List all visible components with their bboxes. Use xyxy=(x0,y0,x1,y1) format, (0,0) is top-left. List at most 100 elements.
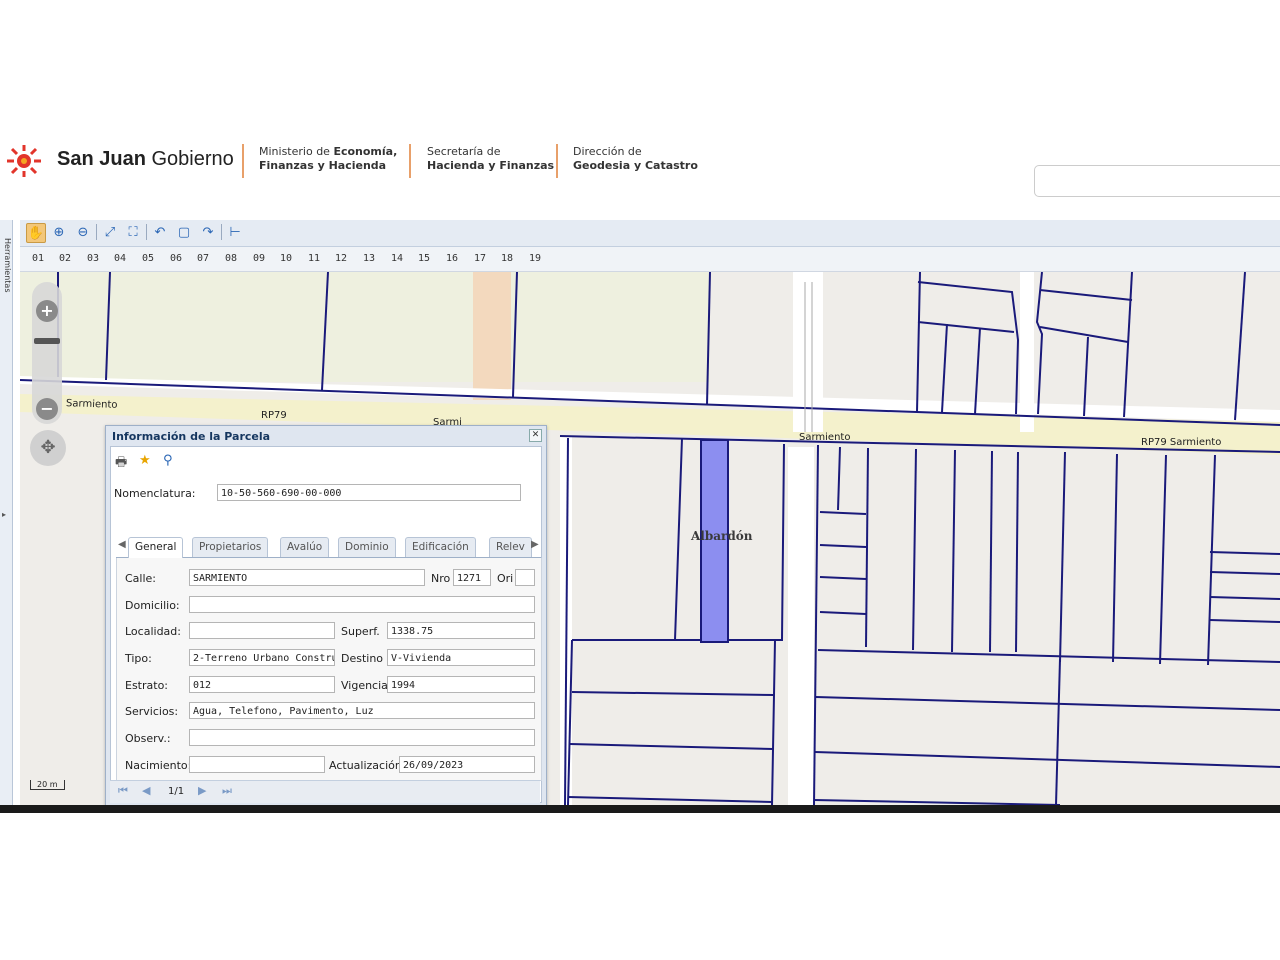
destino-label: Destino xyxy=(341,652,384,665)
estrato-label: Estrato: xyxy=(125,679,169,692)
calle-label: Calle: xyxy=(125,572,157,585)
scale-level[interactable]: 04 xyxy=(114,253,126,264)
collapse-arrow-icon[interactable]: ▸ xyxy=(2,510,6,519)
zoom-extent-icon[interactable]: ⤢ xyxy=(101,223,119,241)
estrato-field[interactable]: 012 xyxy=(189,676,335,693)
scale-level-strip: 01 02 03 04 05 06 07 08 09 10 11 12 13 1… xyxy=(20,247,1280,272)
domicilio-field[interactable] xyxy=(189,596,535,613)
scale-level[interactable]: 06 xyxy=(170,253,182,264)
observaciones-field[interactable] xyxy=(189,729,535,746)
select-box-icon[interactable]: ▢ xyxy=(175,223,193,241)
scale-level[interactable]: 14 xyxy=(391,253,403,264)
scale-level[interactable]: 11 xyxy=(308,253,320,264)
last-page-icon[interactable]: ⏭ xyxy=(222,784,232,798)
direccion-label: Dirección de Geodesia y Catastro xyxy=(573,145,698,172)
scale-level[interactable]: 19 xyxy=(529,253,541,264)
nacimiento-field[interactable] xyxy=(189,756,325,773)
zoom-out-tool-icon[interactable]: ⊖ xyxy=(74,223,92,241)
calle-field[interactable]: SARMIENTO xyxy=(189,569,425,586)
header-divider xyxy=(409,144,411,178)
actualizacion-field[interactable]: 26/09/2023 xyxy=(399,756,535,773)
next-page-icon[interactable]: ▶ xyxy=(198,784,206,797)
toolbar-separator xyxy=(221,224,222,240)
superficie-field[interactable]: 1338.75 xyxy=(387,622,535,639)
scale-level[interactable]: 01 xyxy=(32,253,44,264)
magnify-icon[interactable]: ⚲ xyxy=(163,453,173,468)
parcel-info-window[interactable]: Información de la Parcela ✕ 🖶 ★ ⚲ Nomenc… xyxy=(105,425,547,807)
nro-label: Nro xyxy=(431,572,451,585)
scale-level[interactable]: 05 xyxy=(142,253,154,264)
secretaria-label: Secretaría de Hacienda y Finanzas xyxy=(427,145,555,172)
zoom-out-icon[interactable]: − xyxy=(36,398,58,420)
redo-icon[interactable]: ↷ xyxy=(199,223,217,241)
brand-name[interactable]: San Juan Gobierno xyxy=(57,148,234,171)
tipo-field[interactable]: 2-Terreno Urbano Construí xyxy=(189,649,335,666)
toolbar-separator xyxy=(146,224,147,240)
zoom-control: + − ✥ xyxy=(30,282,66,472)
observaciones-label: Observ.: xyxy=(125,732,171,745)
street-label: Sarmiento xyxy=(65,398,118,411)
scale-level[interactable]: 17 xyxy=(474,253,486,264)
measure-icon[interactable]: ⊢ xyxy=(226,223,244,241)
ori-field[interactable] xyxy=(515,569,535,586)
servicios-field[interactable]: Agua, Telefono, Pavimento, Luz xyxy=(189,702,535,719)
tab-relevamiento[interactable]: Relev xyxy=(489,537,532,557)
scale-level[interactable]: 18 xyxy=(501,253,513,264)
ministerio-label: Ministerio de Economía, Finanzas y Hacie… xyxy=(259,145,398,172)
scale-level[interactable]: 10 xyxy=(280,253,292,264)
close-icon[interactable]: ✕ xyxy=(529,429,542,442)
scale-level[interactable]: 16 xyxy=(446,253,458,264)
localidad-label: Localidad: xyxy=(125,625,181,638)
tipo-label: Tipo: xyxy=(125,652,152,665)
undo-icon[interactable]: ↶ xyxy=(151,223,169,241)
zoom-slider-handle[interactable] xyxy=(34,338,60,344)
scale-level[interactable]: 03 xyxy=(87,253,99,264)
place-label: Albardón xyxy=(691,529,753,543)
tools-side-tab-label: Herramientas xyxy=(3,238,12,293)
tab-propietarios[interactable]: Propietarios xyxy=(192,537,269,557)
first-page-icon[interactable]: ⏮ xyxy=(118,784,128,798)
print-icon[interactable]: 🖶 xyxy=(115,453,127,475)
general-panel: Calle: SARMIENTO Nro 1271 Ori Domicilio:… xyxy=(116,558,542,781)
ori-label: Ori xyxy=(497,572,514,585)
pager-bar: ⏮ ◀ 1/1 ▶ ⏭ xyxy=(110,780,540,803)
pan-arrows-icon[interactable]: ✥ xyxy=(30,430,66,466)
zoom-in-tool-icon[interactable]: ⊕ xyxy=(50,223,68,241)
tab-scroll-left-icon[interactable]: ◀ xyxy=(118,539,126,550)
destino-field[interactable]: V-Vivienda xyxy=(387,649,535,666)
tab-bar: ◀ General Propietarios Avalúo Dominio Ed… xyxy=(116,535,541,558)
scale-level[interactable]: 13 xyxy=(363,253,375,264)
scale-level[interactable]: 07 xyxy=(197,253,209,264)
window-body: 🖶 ★ ⚲ Nomenclatura: 10-50-560-690-00-000… xyxy=(110,446,542,803)
tab-general[interactable]: General xyxy=(128,537,184,558)
toolbar-separator xyxy=(96,224,97,240)
scale-level[interactable]: 12 xyxy=(335,253,347,264)
road-vertical-south xyxy=(788,447,814,805)
site-header: San Juan Gobierno Ministerio de Economía… xyxy=(0,130,1280,200)
tab-scroll-right-icon[interactable]: ▶ xyxy=(531,539,539,550)
vigencia-field[interactable]: 1994 xyxy=(387,676,535,693)
tools-side-tab[interactable]: Herramientas ▸ xyxy=(0,220,13,805)
scale-level[interactable]: 02 xyxy=(59,253,71,264)
nro-field[interactable]: 1271 xyxy=(453,569,491,586)
tab-dominio[interactable]: Dominio xyxy=(338,537,396,557)
star-icon[interactable]: ★ xyxy=(139,453,151,468)
search-input[interactable] xyxy=(1034,165,1280,197)
header-divider xyxy=(242,144,244,178)
zoom-full-icon[interactable]: ⛶ xyxy=(124,223,142,241)
pan-hand-icon[interactable]: ✋ xyxy=(26,223,46,243)
tab-avaluo[interactable]: Avalúo xyxy=(280,537,330,557)
street-label: Sarmiento xyxy=(799,432,851,443)
scale-level[interactable]: 15 xyxy=(418,253,430,264)
nomenclatura-field[interactable]: 10-50-560-690-00-000 xyxy=(217,484,521,501)
header-divider xyxy=(556,144,558,178)
scale-level[interactable]: 09 xyxy=(253,253,265,264)
prev-page-icon[interactable]: ◀ xyxy=(142,784,150,797)
highlight-plot xyxy=(473,272,511,400)
localidad-field[interactable] xyxy=(189,622,335,639)
tab-edificacion[interactable]: Edificación xyxy=(405,537,476,557)
vigencia-label: Vigencia xyxy=(341,679,388,692)
zoom-in-icon[interactable]: + xyxy=(36,300,58,322)
road-vertical-3 xyxy=(1020,272,1034,432)
scale-level[interactable]: 08 xyxy=(225,253,237,264)
